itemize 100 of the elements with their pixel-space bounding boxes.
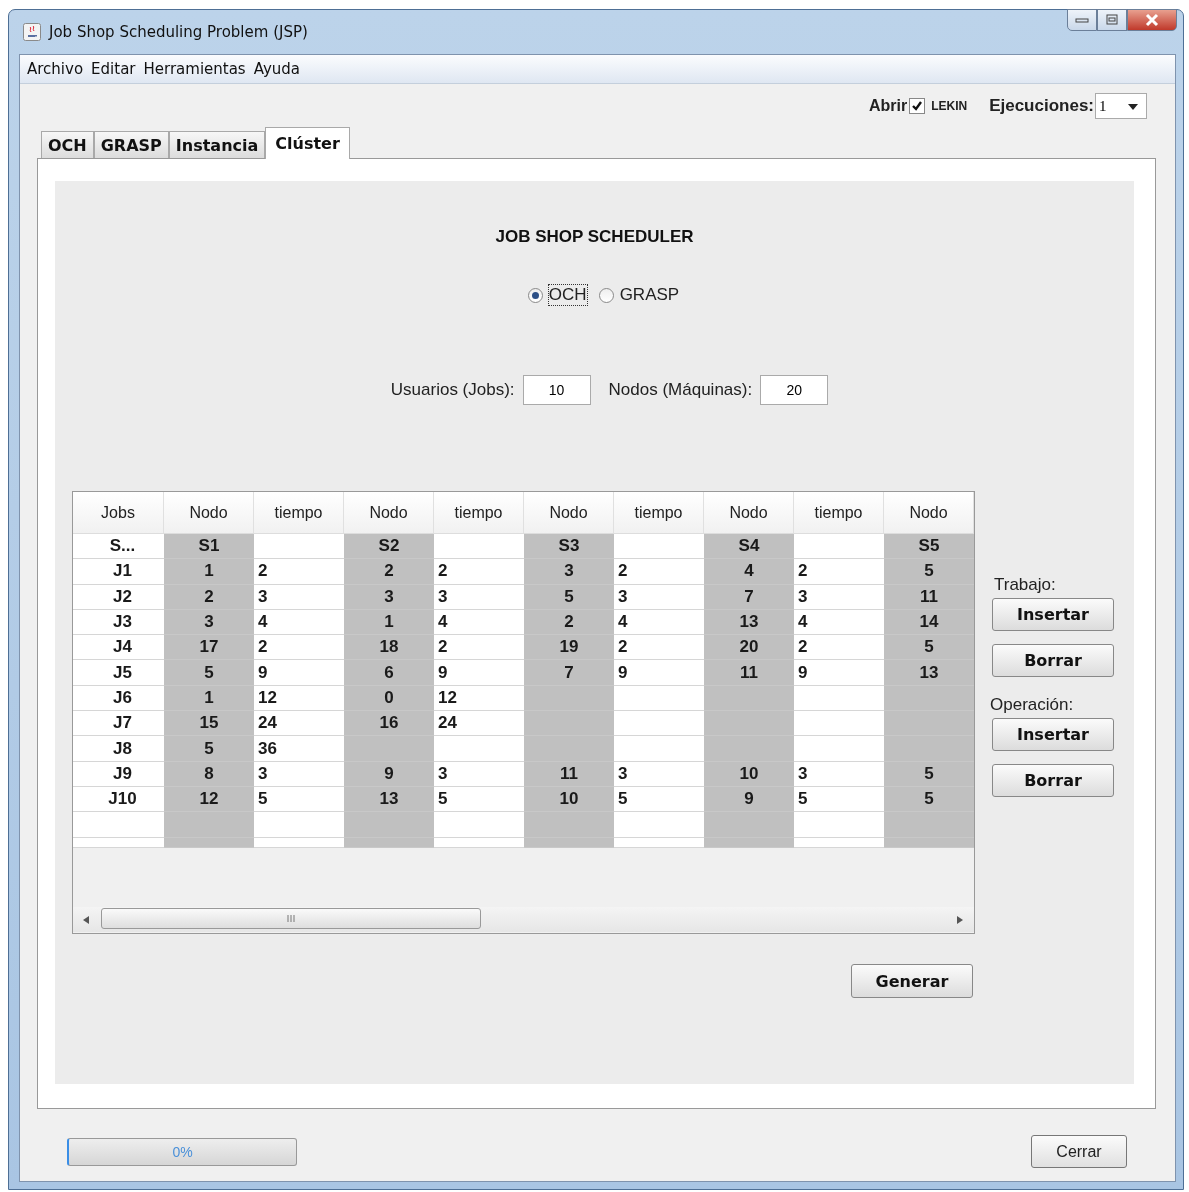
table-cell: 5 (164, 660, 254, 686)
field-label: Usuarios (Jobs): (390, 380, 515, 400)
tab[interactable]: OCH (41, 131, 94, 158)
table-cell: 9 (704, 786, 794, 813)
generate-button[interactable]: Generar (851, 964, 973, 998)
column-header[interactable]: tiempo (614, 492, 704, 533)
column-header[interactable]: tiempo (794, 492, 884, 533)
table-cell: 4 (254, 609, 344, 636)
table-cell: 10 (524, 786, 614, 813)
table-cell: 9 (254, 660, 344, 686)
table-cell: 24 (434, 711, 524, 737)
table-cell: 0 (344, 685, 434, 712)
tab[interactable]: Instancia (168, 131, 266, 158)
table-cell: 3 (434, 761, 524, 787)
table-cell: 11 (884, 584, 974, 610)
maximize-icon (1105, 14, 1119, 26)
table-cell: 5 (254, 786, 344, 813)
table-cell: 9 (344, 761, 434, 787)
menu-item[interactable]: Archivo (27, 60, 84, 78)
menu-item[interactable]: Herramientas (143, 60, 246, 78)
coffee-cup-icon (23, 23, 41, 41)
panel-heading: JOB SHOP SCHEDULER (494, 227, 695, 247)
table-cell: 9 (614, 660, 704, 686)
table-cell: 3 (164, 609, 254, 636)
close-dialog-button[interactable]: Cerrar (1031, 1135, 1127, 1168)
column-header[interactable]: Jobs (73, 492, 164, 533)
table-cell: 4 (434, 609, 524, 636)
input-field[interactable]: 10 (522, 375, 591, 405)
table-cell: J10 (73, 786, 164, 813)
action-button[interactable]: Borrar (992, 764, 1114, 797)
table-cell: 5 (884, 761, 974, 787)
field-label: Nodos (Máquinas): (608, 380, 753, 400)
table-cell: 2 (344, 559, 434, 585)
window-title: Job Shop Scheduling Problem (JSP) (49, 23, 308, 41)
table-cell: J9 (73, 761, 164, 787)
table-cell: 5 (884, 635, 974, 661)
table-cell: 8 (164, 761, 254, 787)
table-cell: 1 (164, 559, 254, 585)
input-field[interactable]: 20 (760, 375, 829, 405)
table-cell: 1 (164, 685, 254, 712)
table-cell: 3 (614, 761, 704, 787)
table-cell: 5 (884, 786, 974, 813)
runs-label: Ejecuciones: (989, 96, 1094, 116)
action-button[interactable]: Insertar (992, 598, 1114, 631)
minimize-icon (1075, 16, 1089, 24)
table-cell: 2 (434, 635, 524, 661)
table-cell: 2 (614, 559, 704, 585)
table-cell: 10 (704, 761, 794, 787)
column-header[interactable]: Nodo (704, 492, 794, 533)
table-cell: 2 (254, 635, 344, 661)
maximize-button[interactable] (1097, 9, 1127, 31)
action-button[interactable]: Insertar (992, 718, 1114, 751)
table-cell: 3 (794, 584, 884, 610)
action-button[interactable]: Borrar (992, 644, 1114, 677)
horizontal-scrollbar[interactable] (73, 907, 974, 932)
minimize-button[interactable] (1067, 9, 1097, 31)
close-button[interactable] (1127, 9, 1177, 31)
table-cell: S5 (884, 534, 974, 560)
column-header[interactable]: Nodo (524, 492, 614, 533)
progress-reading: 0% (172, 1143, 193, 1160)
table-cell: 15 (164, 711, 254, 737)
menu-item[interactable]: Editar (91, 60, 136, 78)
table-cell: 24 (254, 711, 344, 737)
radio-button[interactable]: GRASP (598, 285, 680, 305)
left-arrow-icon[interactable] (83, 916, 89, 924)
table-cell: S1 (164, 534, 254, 560)
radio-button[interactable]: OCH (527, 285, 587, 305)
table-cell: S... (73, 534, 164, 560)
runs-dropdown[interactable]: 1 (1095, 93, 1147, 119)
caret-icon (1128, 104, 1138, 110)
column-header[interactable]: tiempo (254, 492, 344, 533)
table-cell: S4 (704, 534, 794, 560)
table-cell: 5 (884, 559, 974, 585)
open-label: Abrir (868, 97, 908, 115)
table-cell: 2 (614, 635, 704, 661)
tab[interactable]: GRASP (93, 131, 169, 158)
checkbox[interactable] (909, 98, 926, 114)
grip-icon (287, 915, 295, 922)
table-cell: 2 (254, 559, 344, 585)
column-header[interactable]: Nodo (164, 492, 254, 533)
table-cell: 36 (254, 736, 344, 762)
scrollbar-thumb[interactable] (101, 908, 481, 929)
table-cell: J7 (73, 711, 164, 737)
column-header[interactable]: Nodo (884, 492, 974, 533)
column-header[interactable]: Nodo (344, 492, 434, 533)
menu-item[interactable]: Ayuda (253, 60, 301, 78)
right-arrow-icon[interactable] (957, 916, 963, 924)
tab[interactable]: Clúster (265, 127, 350, 159)
table-cell: J3 (73, 609, 164, 636)
table-cell: 3 (524, 559, 614, 585)
table-cell: 13 (704, 609, 794, 636)
column-header[interactable]: tiempo (434, 492, 524, 533)
table-cell: 2 (434, 559, 524, 585)
table-cell: 3 (434, 584, 524, 610)
table-cell: 13 (344, 786, 434, 813)
table-cell: J4 (73, 635, 164, 661)
table-cell: 5 (164, 736, 254, 762)
table-cell: J5 (73, 660, 164, 686)
close-icon (1144, 13, 1160, 27)
table-cell: J8 (73, 736, 164, 762)
